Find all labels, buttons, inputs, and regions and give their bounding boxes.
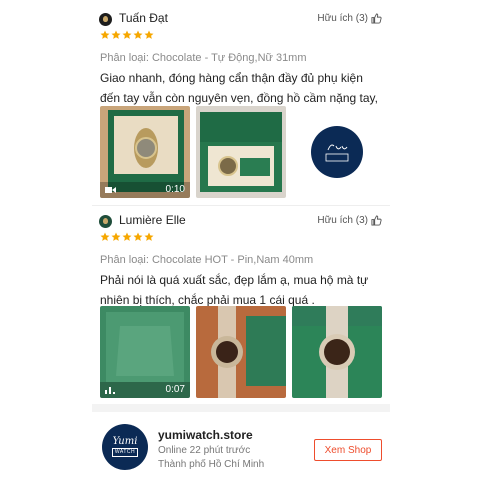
variant-label: Phân loại: Chocolate HOT - Pin,Nam 40mm — [100, 254, 314, 266]
star-icon — [122, 232, 132, 241]
shop-info-bar: Yumi WATCH yumiwatch.store Online 22 phú… — [92, 414, 390, 480]
view-shop-button[interactable]: Xem Shop — [314, 439, 382, 461]
review-photo[interactable] — [196, 106, 286, 198]
video-duration: 0:10 — [165, 184, 185, 195]
review-media: 0:07 — [100, 306, 382, 398]
star-icon — [144, 30, 154, 39]
reviewer-name: Lumière Elle — [119, 213, 186, 227]
video-duration: 0:07 — [165, 384, 185, 395]
star-icon — [111, 30, 121, 39]
audio-bars-icon — [105, 387, 115, 394]
star-rating — [100, 30, 154, 40]
watch-photo — [196, 306, 286, 398]
review-photo[interactable] — [196, 306, 286, 398]
star-rating — [100, 232, 154, 242]
thumbs-up-icon — [371, 215, 382, 226]
variant-label: Phân loại: Chocolate - Tự Động,Nữ 31mm — [100, 52, 307, 64]
shop-name[interactable]: yumiwatch.store — [158, 428, 253, 442]
star-icon — [122, 30, 132, 39]
divider — [92, 205, 390, 206]
logo-word-text: WATCH — [111, 448, 139, 457]
yumi-watch-logo — [311, 126, 363, 178]
star-icon — [100, 232, 110, 241]
shop-location: Thành phố Hồ Chí Minh — [158, 459, 265, 470]
user-avatar[interactable] — [99, 215, 112, 228]
helpful-button[interactable]: Hữu ích (3) — [317, 13, 382, 24]
review-comment: Phải nói là quá xuất sắc, đẹp lắm ạ, mua… — [100, 273, 369, 307]
helpful-count: Hữu ích (3) — [317, 215, 368, 226]
star-icon — [133, 232, 143, 241]
shop-logo-tile[interactable] — [292, 106, 382, 198]
review-photo[interactable] — [292, 306, 382, 398]
star-icon — [111, 232, 121, 241]
logo-script-text: Yumi — [112, 436, 138, 447]
thumbs-up-icon — [371, 13, 382, 24]
star-icon — [133, 30, 143, 39]
star-icon — [144, 232, 154, 241]
product-reviews-panel: Tuấn Đạt Hữu ích (3) Phân loại: Chocolat… — [92, 0, 390, 480]
review-item: Lumière Elle Hữu ích (3) Phân loại: Choc… — [92, 208, 390, 398]
shop-online-status: Online 22 phút trước — [158, 445, 251, 456]
review-video-thumbnail[interactable]: 0:10 — [100, 106, 190, 198]
watch-photo — [292, 306, 382, 398]
review-item: Tuấn Đạt Hữu ích (3) Phân loại: Chocolat… — [92, 6, 390, 198]
star-icon — [100, 30, 110, 39]
user-avatar[interactable] — [99, 13, 112, 26]
watch-box-photo — [196, 106, 286, 198]
shop-avatar[interactable]: Yumi WATCH — [102, 424, 148, 470]
section-divider — [92, 404, 390, 412]
video-camera-icon — [105, 187, 116, 193]
reviewer-name: Tuấn Đạt — [119, 11, 168, 25]
helpful-count: Hữu ích (3) — [317, 13, 368, 24]
review-video-thumbnail[interactable]: 0:07 — [100, 306, 190, 398]
helpful-button[interactable]: Hữu ích (3) — [317, 215, 382, 226]
review-media: 0:10 — [100, 106, 382, 198]
